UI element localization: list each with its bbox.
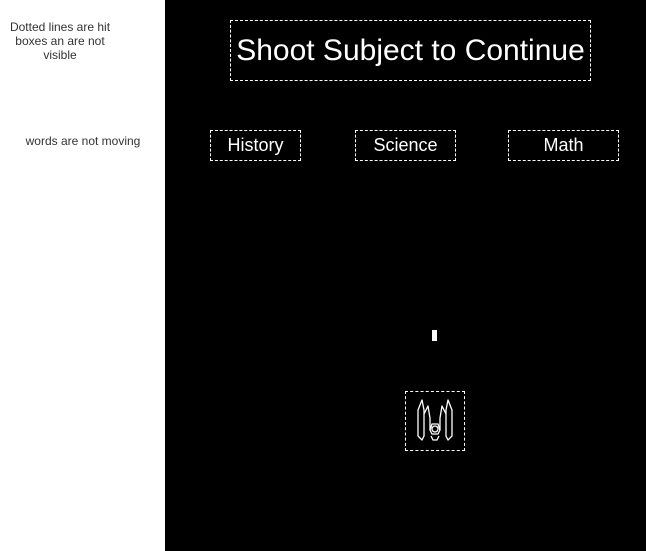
hitbox-note: Dotted lines are hit boxes an are not vi… [9, 20, 111, 62]
player-ship-hitbox[interactable] [405, 391, 465, 451]
bullet-projectile [432, 330, 437, 341]
game-canvas[interactable]: Shoot Subject to Continue History Scienc… [165, 0, 646, 551]
game-title: Shoot Subject to Continue [230, 20, 591, 81]
spaceship-icon [417, 399, 453, 441]
subject-target-history[interactable]: History [210, 130, 301, 161]
subject-target-math[interactable]: Math [508, 130, 619, 161]
annotation-panel: Dotted lines are hit boxes an are not vi… [0, 0, 165, 551]
moving-note: words are not moving [25, 134, 141, 148]
subject-target-science[interactable]: Science [355, 130, 456, 161]
